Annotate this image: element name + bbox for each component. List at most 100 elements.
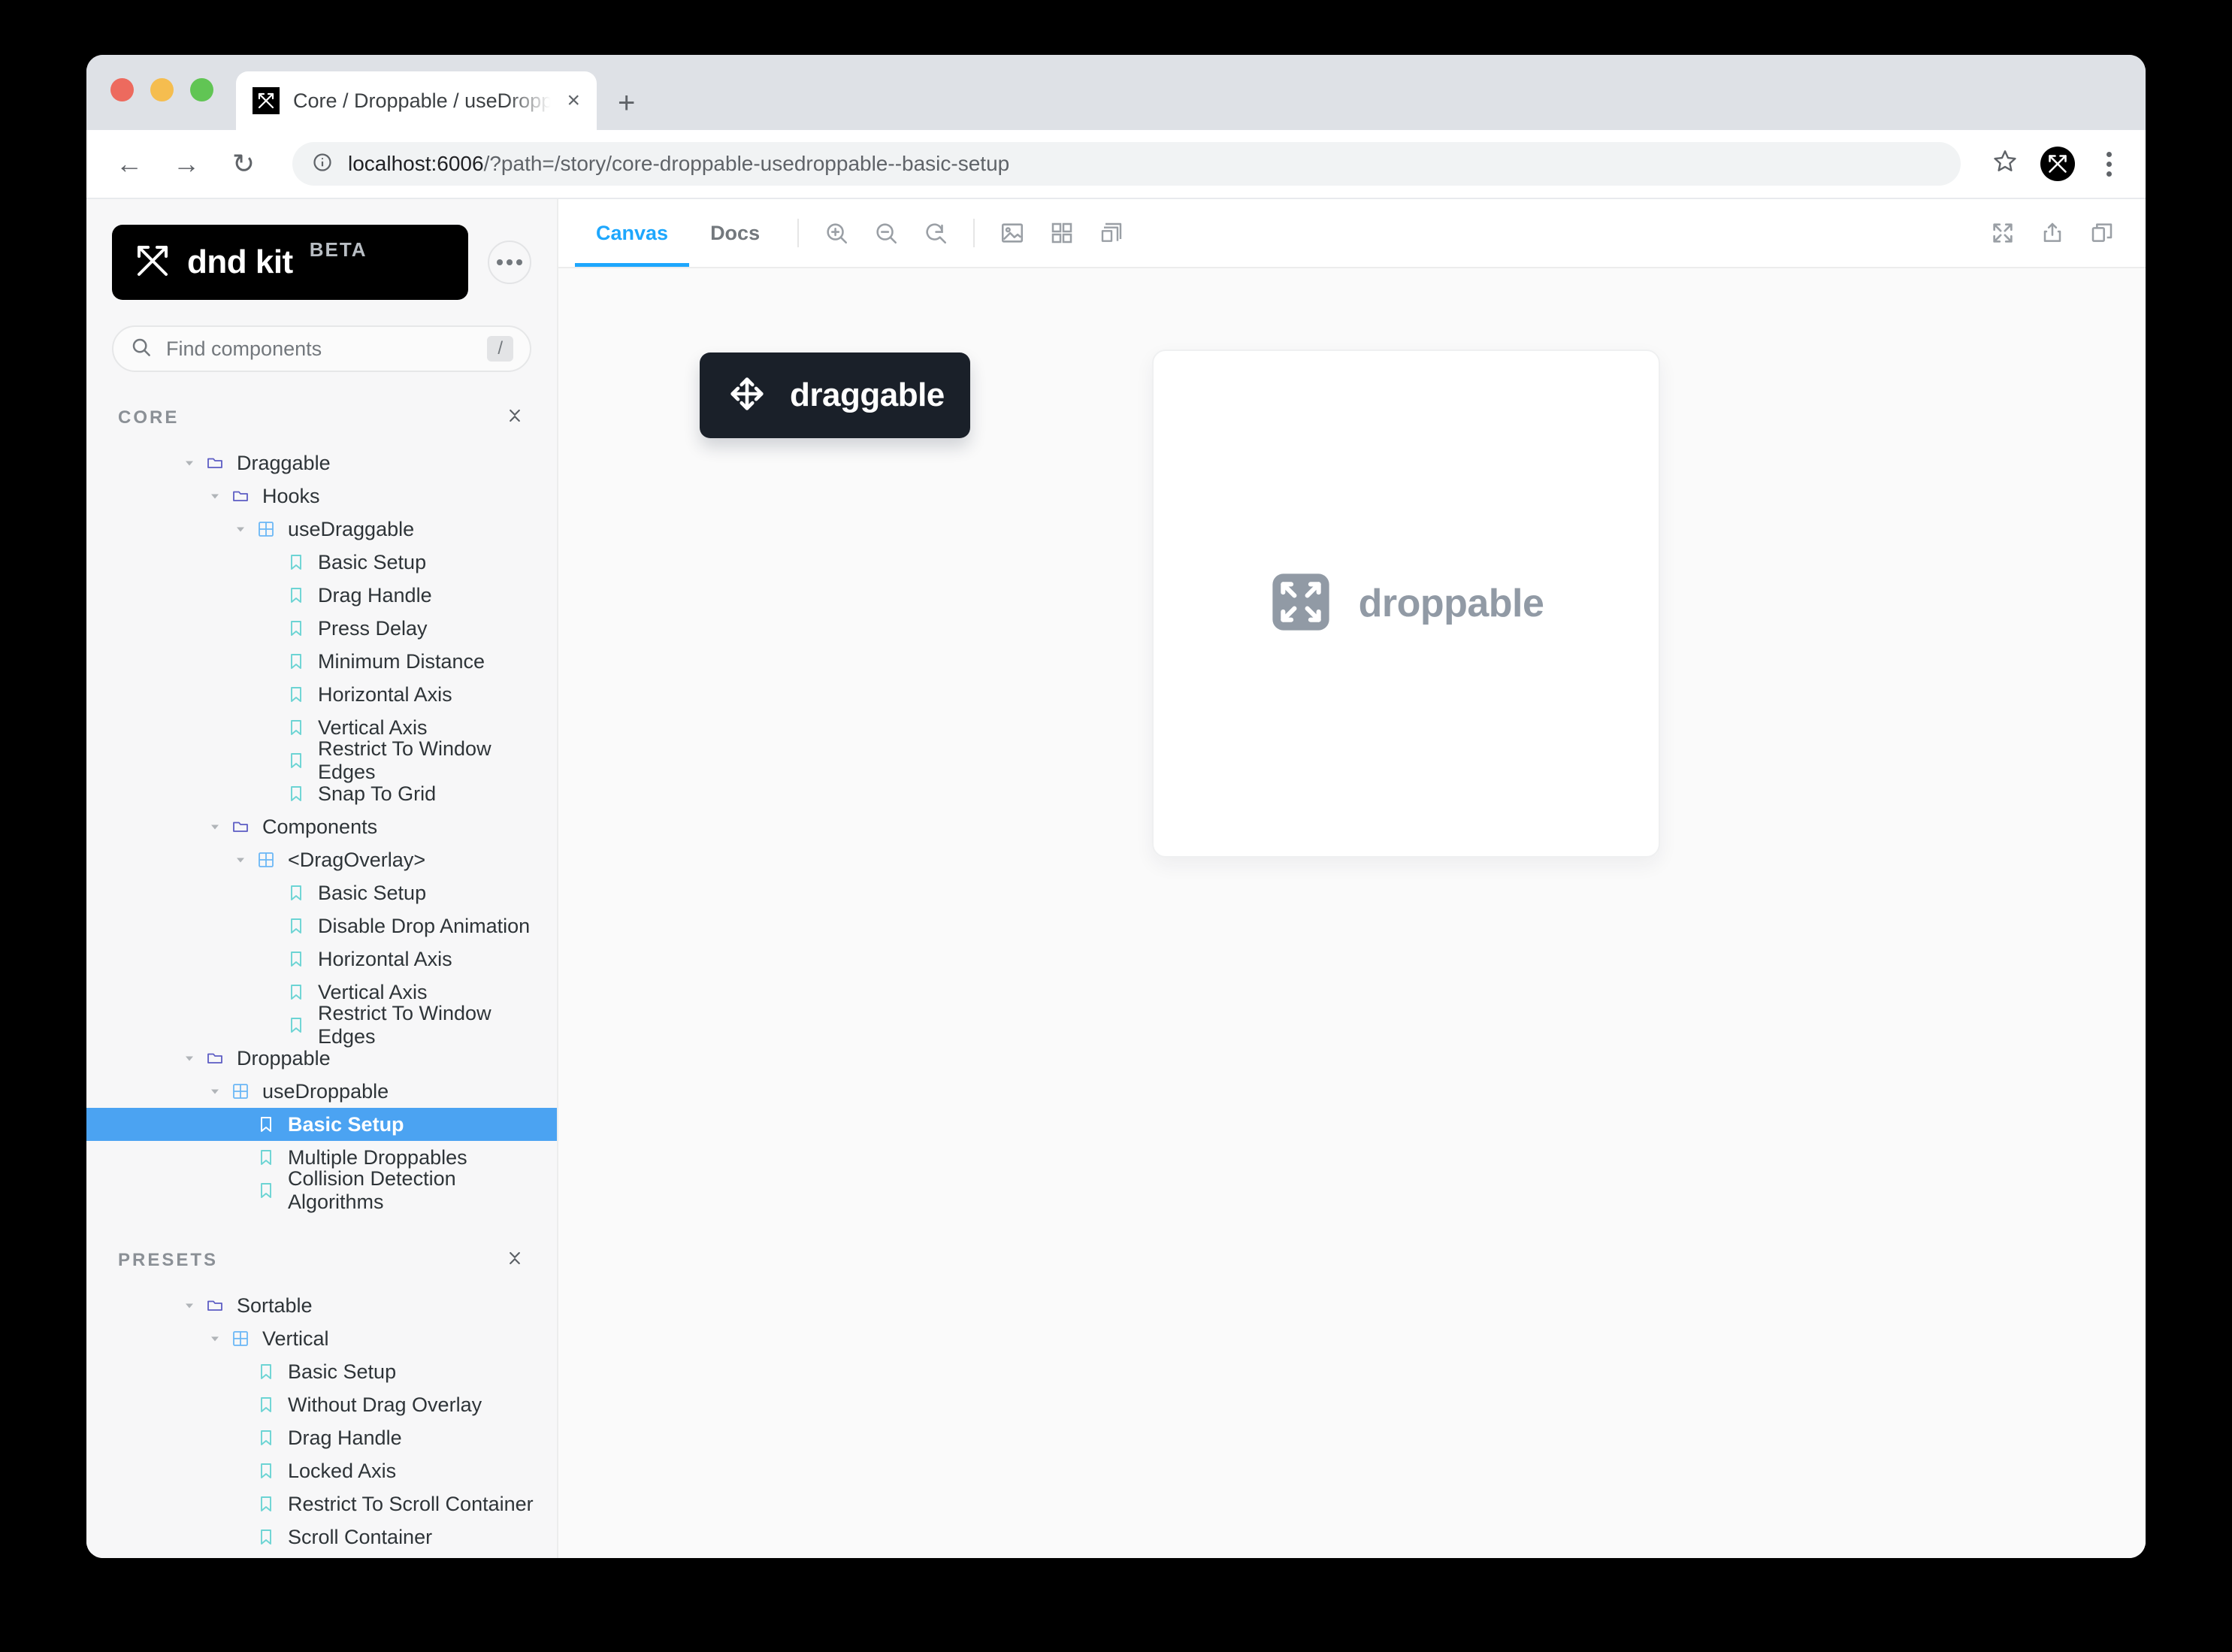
sidebar-item-label: Disable Drop Animation <box>318 914 531 937</box>
sidebar-item-basic-setup[interactable]: Basic Setup <box>86 1108 557 1141</box>
forward-button[interactable]: → <box>169 150 204 177</box>
droppable-area[interactable]: droppable <box>1152 349 1660 858</box>
folder-icon <box>202 1296 228 1315</box>
sidebar-item-label: Droppable <box>237 1046 331 1070</box>
component-grid-icon <box>228 1330 253 1348</box>
sidebar-item-disable-drop-animation[interactable]: Disable Drop Animation <box>86 909 557 942</box>
dnd-kit-extension-avatar-icon[interactable] <box>2040 147 2075 181</box>
sidebar-item-vertical[interactable]: Vertical <box>86 1322 557 1355</box>
minimize-window-button[interactable] <box>150 77 174 101</box>
sidebar-item-scroll-container[interactable]: Scroll Container <box>86 1520 557 1554</box>
window-traffic-lights <box>110 55 213 130</box>
site-info-icon[interactable] <box>312 152 333 177</box>
sidebar-item-usedraggable[interactable]: useDraggable <box>86 513 557 546</box>
sidebar-item-restrict-to-window-edges[interactable]: Restrict To Window Edges <box>86 737 557 783</box>
canvas-tabs: Canvas Docs <box>558 199 781 267</box>
folder-icon <box>202 1049 228 1067</box>
background-image-icon[interactable] <box>991 212 1033 254</box>
sidebar-item-press-delay[interactable]: Press Delay <box>86 1554 557 1558</box>
sidebar-tree: CORE Draggable Hooks useDraggable Basic Setu… <box>86 372 557 1558</box>
sidebar-item-restrict-to-window-edges[interactable]: Restrict To Window Edges <box>86 1002 557 1048</box>
dnd-kit-logo-icon <box>253 87 280 114</box>
sidebar-item-horizontal-axis[interactable]: Horizontal Axis <box>86 942 557 976</box>
sidebar-item-horizontal-axis[interactable]: Horizontal Axis <box>86 678 557 711</box>
sidebar-item-without-drag-overlay[interactable]: Without Drag Overlay <box>86 1388 557 1421</box>
sidebar-menu-button[interactable] <box>488 241 531 284</box>
chevron-down-icon[interactable] <box>181 1300 198 1312</box>
sidebar-item-components[interactable]: Components <box>86 810 557 843</box>
sidebar-item-label: Collision Detection Algorithms <box>288 1167 456 1213</box>
zoom-in-icon[interactable] <box>815 212 857 254</box>
sidebar-item-label: Snap To Grid <box>318 782 437 805</box>
story-bookmark-icon <box>253 1148 279 1166</box>
sidebar-item-basic-setup[interactable]: Basic Setup <box>86 1355 557 1388</box>
browser-tab[interactable]: Core / Droppable / useDroppab × <box>236 71 597 130</box>
grid-icon[interactable] <box>1041 212 1083 254</box>
collapse-arrows-icon <box>1269 570 1333 638</box>
chrome-menu-icon[interactable] <box>2097 151 2120 177</box>
collapse-all-icon[interactable] <box>504 405 525 430</box>
address-bar[interactable]: localhost:6006/?path=/story/core-droppab… <box>292 142 1961 186</box>
sidebar-item-label: Components <box>262 815 378 838</box>
zoom-out-icon[interactable] <box>865 212 907 254</box>
maximize-window-button[interactable] <box>190 77 213 101</box>
sidebar-item-dragoverlay[interactable]: <DragOverlay> <box>86 843 557 876</box>
chevron-down-icon[interactable] <box>181 1052 198 1064</box>
address-bar-url: localhost:6006/?path=/story/core-droppab… <box>348 152 1009 176</box>
chevron-down-icon[interactable] <box>207 490 223 502</box>
sidebar-item-label: Vertical <box>262 1327 329 1350</box>
chevron-down-icon[interactable] <box>207 1085 223 1097</box>
close-tab-icon[interactable]: × <box>567 89 580 112</box>
url-path: /?path=/story/core-droppable-usedroppabl… <box>483 152 1010 175</box>
draggable-item[interactable]: draggable <box>700 352 970 438</box>
sidebar-item-press-delay[interactable]: Press Delay <box>86 612 557 645</box>
chevron-down-icon[interactable] <box>232 523 249 535</box>
sidebar-item-minimum-distance[interactable]: Minimum Distance <box>86 645 557 678</box>
sidebar-item-drag-handle[interactable]: Drag Handle <box>86 579 557 612</box>
share-icon[interactable] <box>2031 212 2073 254</box>
brand-logo[interactable]: dnd kit BETA <box>112 225 468 300</box>
search-icon <box>130 336 153 362</box>
sidebar-item-collision-detection-algorithms[interactable]: Collision Detection Algorithms <box>86 1167 557 1213</box>
tab-docs[interactable]: Docs <box>689 199 781 267</box>
sidebar-item-usedroppable[interactable]: useDroppable <box>86 1075 557 1108</box>
component-grid-icon <box>253 851 279 869</box>
sidebar-item-hooks[interactable]: Hooks <box>86 480 557 513</box>
sidebar-header: dnd kit BETA <box>86 225 557 300</box>
search-placeholder: Find components <box>166 337 322 360</box>
bookmark-star-icon[interactable] <box>1992 148 2018 180</box>
sidebar-item-label: Scroll Container <box>288 1525 433 1548</box>
story-bookmark-icon <box>283 619 309 637</box>
sidebar-item-basic-setup[interactable]: Basic Setup <box>86 546 557 579</box>
search-input[interactable]: Find components / <box>112 325 531 372</box>
measure-layers-icon[interactable] <box>1090 212 1133 254</box>
reload-button[interactable]: ↻ <box>226 150 261 177</box>
canvas-toolbar: Canvas Docs <box>558 199 2146 268</box>
sidebar-item-label: useDroppable <box>262 1079 389 1103</box>
sidebar-section-title: PRESETS <box>118 1249 219 1270</box>
open-in-new-tab-icon[interactable] <box>2081 212 2123 254</box>
collapse-all-icon[interactable] <box>504 1248 525 1272</box>
sidebar-item-basic-setup[interactable]: Basic Setup <box>86 876 557 909</box>
tab-canvas[interactable]: Canvas <box>575 199 690 267</box>
sidebar-item-label: Horizontal Axis <box>318 947 452 970</box>
sidebar-item-draggable[interactable]: Draggable <box>86 446 557 480</box>
search-shortcut-badge: / <box>487 336 513 362</box>
chevron-down-icon[interactable] <box>232 854 249 866</box>
back-button[interactable]: ← <box>112 150 147 177</box>
sidebar-item-restrict-to-scroll-container[interactable]: Restrict To Scroll Container <box>86 1487 557 1520</box>
chevron-down-icon[interactable] <box>207 821 223 833</box>
toolbar-divider <box>797 219 800 247</box>
fullscreen-icon[interactable] <box>1982 212 2024 254</box>
chevron-down-icon[interactable] <box>181 457 198 469</box>
story-stage: draggable droppable <box>558 268 2146 1558</box>
sidebar-item-locked-axis[interactable]: Locked Axis <box>86 1454 557 1487</box>
sidebar-item-drag-handle[interactable]: Drag Handle <box>86 1421 557 1454</box>
new-tab-button[interactable]: + <box>618 88 635 118</box>
sidebar-item-label: Vertical Axis <box>318 980 428 1003</box>
sidebar-item-sortable[interactable]: Sortable <box>86 1289 557 1322</box>
chevron-down-icon[interactable] <box>207 1333 223 1345</box>
zoom-reset-icon[interactable] <box>915 212 957 254</box>
close-window-button[interactable] <box>110 77 134 101</box>
story-bookmark-icon <box>283 983 309 1001</box>
